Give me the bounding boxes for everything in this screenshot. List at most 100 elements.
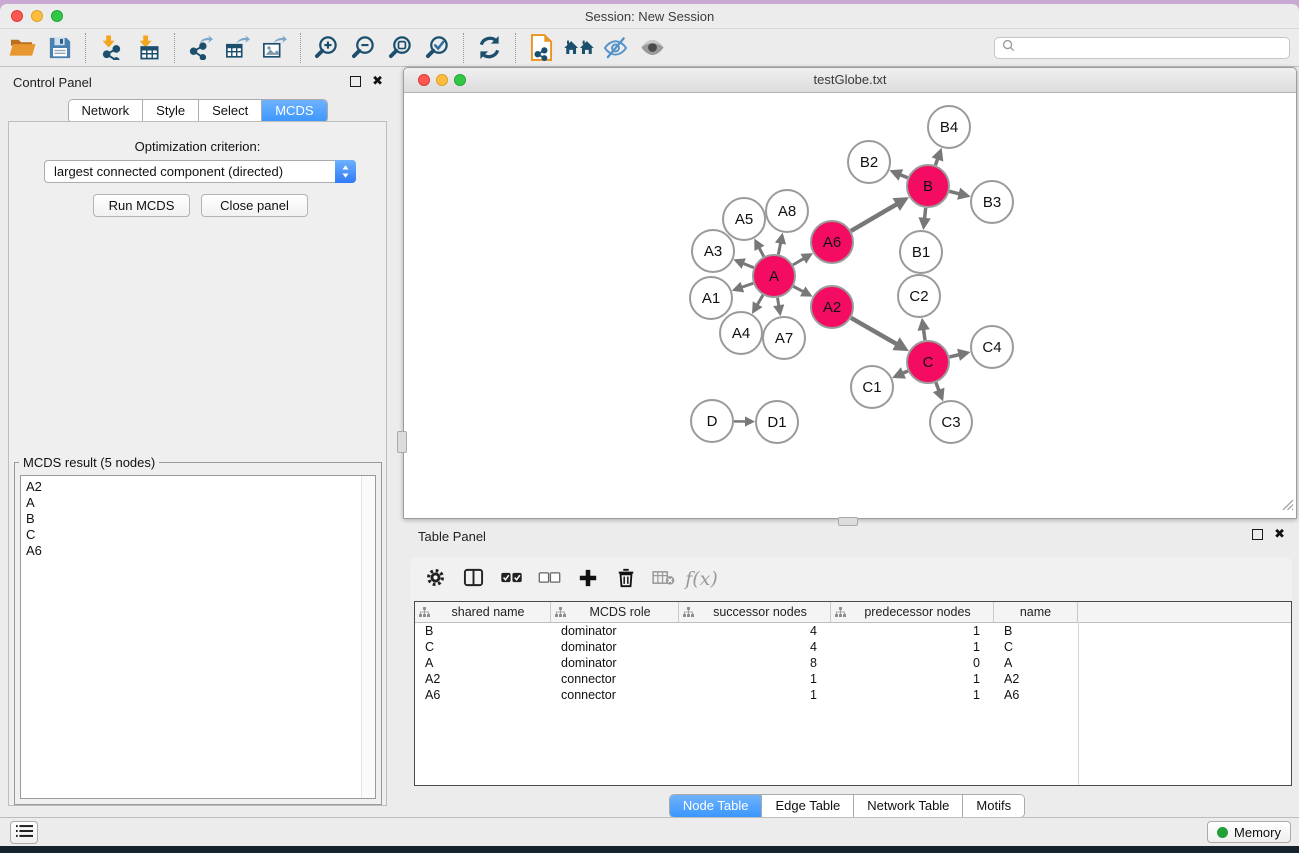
- first-neighbors-button[interactable]: [560, 32, 597, 64]
- search-field[interactable]: [994, 37, 1290, 59]
- tab-edge-table[interactable]: Edge Table: [762, 795, 854, 817]
- table-row-A[interactable]: Adominator80A: [415, 655, 1291, 671]
- delete-column-button[interactable]: [612, 564, 639, 594]
- cell[interactable]: dominator: [551, 623, 679, 639]
- column-header-shared-name[interactable]: shared name: [415, 602, 551, 622]
- network-close-button[interactable]: [418, 74, 430, 86]
- table-mode-gear-button[interactable]: [422, 564, 449, 594]
- node-C1[interactable]: C1: [851, 366, 893, 408]
- cell[interactable]: 1: [831, 687, 994, 703]
- deselect-all-button[interactable]: [536, 564, 563, 594]
- close-table-panel-icon[interactable]: ✖: [1274, 529, 1285, 540]
- mcds-result-item[interactable]: B: [21, 511, 375, 527]
- select-all-button[interactable]: [498, 564, 525, 594]
- node-A2[interactable]: A2: [811, 286, 853, 328]
- mcds-result-item[interactable]: A: [21, 495, 375, 511]
- edge-B-B4[interactable]: [932, 148, 944, 166]
- node-C[interactable]: C: [907, 341, 949, 383]
- edge-C-C3[interactable]: [933, 383, 945, 402]
- cell[interactable]: 1: [831, 639, 994, 655]
- network-graph[interactable]: AA6A2BCA5A8A3A1A4A7B2B4B3B1C2C4C1C3DD1: [405, 93, 1295, 517]
- tab-style[interactable]: Style: [143, 100, 199, 122]
- hide-selected-button[interactable]: [597, 32, 634, 64]
- column-header-successor-nodes[interactable]: successor nodes: [679, 602, 831, 622]
- edge-A-A8[interactable]: [775, 233, 786, 255]
- cell[interactable]: 0: [831, 655, 994, 671]
- node-A[interactable]: A: [753, 255, 795, 297]
- vertical-splitter-handle[interactable]: [397, 431, 407, 453]
- cell[interactable]: 1: [831, 671, 994, 687]
- cell[interactable]: 1: [831, 623, 994, 639]
- node-A1[interactable]: A1: [690, 277, 732, 319]
- app-titlebar[interactable]: Session: New Session: [0, 4, 1299, 28]
- network-minimize-button[interactable]: [436, 74, 448, 86]
- node-C2[interactable]: C2: [898, 275, 940, 317]
- table-row-A2[interactable]: A2connector11A2: [415, 671, 1291, 687]
- node-B1[interactable]: B1: [900, 231, 942, 273]
- export-network-button[interactable]: [182, 32, 219, 64]
- tab-network[interactable]: Network: [68, 100, 143, 122]
- float-table-panel-icon[interactable]: [1252, 529, 1263, 540]
- edge-A6-B[interactable]: [851, 197, 909, 231]
- edge-A-A6[interactable]: [793, 253, 813, 265]
- column-header-predecessor-nodes[interactable]: predecessor nodes: [831, 602, 994, 622]
- cell[interactable]: 1: [679, 671, 831, 687]
- open-session-button[interactable]: [4, 32, 41, 64]
- close-window-button[interactable]: [11, 10, 23, 22]
- tab-motifs[interactable]: Motifs: [963, 795, 1024, 817]
- edge-C-C4[interactable]: [949, 349, 970, 361]
- cell[interactable]: B: [994, 623, 1078, 639]
- tab-mcds[interactable]: MCDS: [262, 100, 326, 122]
- minimize-window-button[interactable]: [31, 10, 43, 22]
- edge-B-B3[interactable]: [949, 188, 970, 200]
- edge-B-B2[interactable]: [889, 169, 907, 181]
- cell[interactable]: A: [415, 655, 551, 671]
- table-row-B[interactable]: Bdominator41B: [415, 623, 1291, 639]
- cell[interactable]: A6: [994, 687, 1078, 703]
- node-B[interactable]: B: [907, 165, 949, 207]
- column-header-name[interactable]: name: [994, 602, 1078, 622]
- node-B3[interactable]: B3: [971, 181, 1013, 223]
- cell[interactable]: A: [994, 655, 1078, 671]
- cell[interactable]: connector: [551, 671, 679, 687]
- node-B4[interactable]: B4: [928, 106, 970, 148]
- task-history-button[interactable]: [10, 821, 38, 844]
- edge-C-C1[interactable]: [892, 367, 908, 378]
- zoom-window-button[interactable]: [51, 10, 63, 22]
- result-list-scrollbar[interactable]: [361, 476, 375, 798]
- tab-network-table[interactable]: Network Table: [854, 795, 963, 817]
- show-column-button[interactable]: [460, 564, 487, 594]
- cell[interactable]: 4: [679, 639, 831, 655]
- export-table-button[interactable]: [219, 32, 256, 64]
- cell[interactable]: dominator: [551, 639, 679, 655]
- node-A6[interactable]: A6: [811, 221, 853, 263]
- node-A4[interactable]: A4: [720, 312, 762, 354]
- run-mcds-button[interactable]: Run MCDS: [93, 194, 190, 217]
- cell[interactable]: B: [415, 623, 551, 639]
- window-resize-grip[interactable]: [1280, 497, 1294, 516]
- node-D1[interactable]: D1: [756, 401, 798, 443]
- cell[interactable]: A2: [415, 671, 551, 687]
- cell[interactable]: connector: [551, 687, 679, 703]
- network-canvas[interactable]: AA6A2BCA5A8A3A1A4A7B2B4B3B1C2C4C1C3DD1: [405, 93, 1295, 517]
- new-network-from-selection-button[interactable]: [523, 32, 560, 64]
- cell[interactable]: 1: [679, 687, 831, 703]
- memory-button[interactable]: Memory: [1207, 821, 1291, 843]
- import-network-button[interactable]: [93, 32, 130, 64]
- table-row-C[interactable]: Cdominator41C: [415, 639, 1291, 655]
- edge-B-B1[interactable]: [918, 208, 930, 230]
- import-table-button[interactable]: [130, 32, 167, 64]
- zoom-selected-button[interactable]: [419, 32, 456, 64]
- zoom-in-button[interactable]: [308, 32, 345, 64]
- zoom-out-button[interactable]: [345, 32, 382, 64]
- search-input[interactable]: [1020, 40, 1282, 57]
- node-A7[interactable]: A7: [763, 317, 805, 359]
- export-image-button[interactable]: [256, 32, 293, 64]
- column-header-mcds-role[interactable]: MCDS role: [551, 602, 679, 622]
- float-panel-icon[interactable]: [350, 76, 361, 87]
- node-A3[interactable]: A3: [692, 230, 734, 272]
- refresh-view-button[interactable]: [471, 32, 508, 64]
- node-A5[interactable]: A5: [723, 198, 765, 240]
- node-D[interactable]: D: [691, 400, 733, 442]
- edge-D-D1[interactable]: [734, 416, 755, 426]
